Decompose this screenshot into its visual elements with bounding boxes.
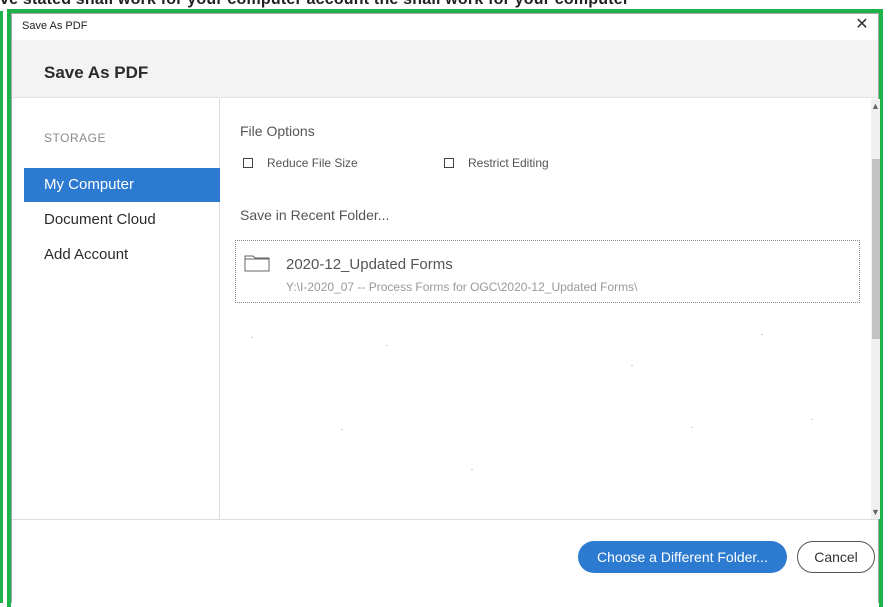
noise-speck <box>631 365 633 366</box>
scroll-up-icon[interactable]: ▲ <box>871 99 880 113</box>
recent-folder-item[interactable]: 2020-12_Updated Forms Y:\I-2020_07 -- Pr… <box>235 240 860 303</box>
noise-speck <box>471 469 473 470</box>
noise-speck <box>341 429 343 430</box>
sidebar-item-label: Add Account <box>44 246 129 263</box>
reduce-file-size-checkbox[interactable]: Reduce File Size <box>243 156 358 170</box>
window-title: Save As PDF <box>22 20 88 32</box>
sidebar-item-document-cloud[interactable]: Document Cloud <box>24 203 220 237</box>
content-scrollbar[interactable]: ▲ ▼ <box>871 99 880 519</box>
sidebar-section-storage: STORAGE <box>44 131 106 145</box>
dialog-header: Save As PDF <box>12 40 878 98</box>
checkbox-box[interactable] <box>243 158 253 168</box>
sidebar-item-label: My Computer <box>44 176 135 193</box>
storage-sidebar: STORAGE My Computer Document Cloud Add A… <box>12 99 220 519</box>
noise-speck <box>811 419 813 420</box>
folder-path: Y:\I-2020_07 -- Process Forms for OGC\20… <box>286 280 638 294</box>
checkbox-box[interactable] <box>444 158 454 168</box>
scroll-thumb[interactable] <box>872 159 880 339</box>
sidebar-item-my-computer[interactable]: My Computer <box>24 168 220 202</box>
sidebar-item-add-account[interactable]: Add Account <box>24 238 220 272</box>
left-green-bar <box>0 11 3 603</box>
restrict-editing-checkbox[interactable]: Restrict Editing <box>444 156 549 170</box>
checkbox-label: Restrict Editing <box>468 156 549 170</box>
recent-folder-heading: Save in Recent Folder... <box>240 207 390 223</box>
scroll-down-icon[interactable]: ▼ <box>871 505 880 519</box>
folder-name: 2020-12_Updated Forms <box>286 256 453 273</box>
titlebar: Save As PDF ✕ <box>12 14 878 40</box>
folder-icon <box>244 255 270 272</box>
dialog-footer: Choose a Different Folder... Cancel <box>12 519 878 604</box>
cancel-button[interactable]: Cancel <box>797 541 875 573</box>
noise-speck <box>761 334 763 335</box>
noise-speck <box>386 345 388 346</box>
noise-speck <box>251 337 253 338</box>
checkbox-label: Reduce File Size <box>267 156 358 170</box>
file-options-heading: File Options <box>240 123 315 139</box>
save-as-pdf-dialog: Save As PDF ✕ Save As PDF STORAGE My Com… <box>11 13 880 604</box>
page-title: Save As PDF <box>44 63 149 82</box>
main-content: File Options Reduce File Size Restrict E… <box>221 99 871 519</box>
close-icon[interactable]: ✕ <box>850 14 874 38</box>
clipped-text: ve stated shall work for your computer a… <box>0 0 629 9</box>
noise-speck <box>691 427 693 428</box>
sidebar-item-label: Document Cloud <box>44 211 156 228</box>
choose-different-folder-button[interactable]: Choose a Different Folder... <box>578 541 787 573</box>
